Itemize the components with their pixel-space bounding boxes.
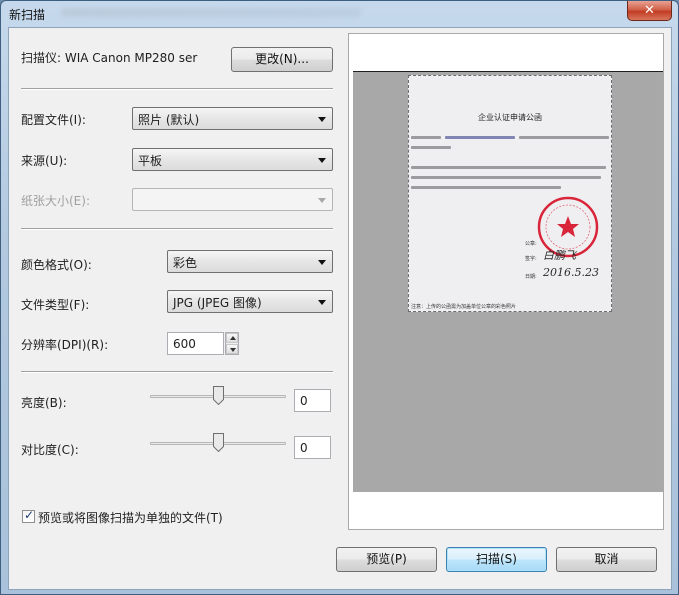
slider-thumb[interactable] bbox=[213, 386, 224, 405]
color-format-label: 颜色格式(O): bbox=[21, 258, 92, 272]
chevron-down-icon bbox=[318, 260, 326, 265]
file-type-value: JPG (JPEG 图像) bbox=[173, 296, 262, 310]
paper-size-label: 纸张大小(E): bbox=[21, 194, 90, 208]
separate-files-label: 预览或将图像扫描为单独的文件(T) bbox=[38, 511, 223, 525]
source-select[interactable]: 平板 bbox=[132, 148, 333, 171]
source-label: 来源(U): bbox=[21, 154, 68, 168]
chevron-down-icon bbox=[318, 198, 326, 203]
scan-dialog: 新扫描 ✕ 扫描仪: WIA Canon MP280 ser 更改(N)... … bbox=[0, 0, 679, 595]
text-line bbox=[411, 146, 451, 149]
text-line bbox=[519, 136, 609, 139]
scan-bed: 企业认证申请公函 公章: 签字: 白鹏飞 日期: 2016.5.23 注意：上传… bbox=[353, 71, 663, 492]
close-button[interactable]: ✕ bbox=[627, 1, 672, 21]
brightness-input[interactable]: 0 bbox=[294, 389, 331, 412]
paper-size-select bbox=[132, 188, 333, 211]
handwritten-date: 2016.5.23 bbox=[543, 266, 599, 279]
source-value: 平板 bbox=[138, 154, 163, 168]
separator bbox=[21, 371, 333, 373]
brightness-slider[interactable] bbox=[150, 385, 286, 409]
resolution-input[interactable]: 600 bbox=[167, 332, 224, 355]
color-format-select[interactable]: 彩色 bbox=[167, 250, 333, 273]
separator bbox=[21, 228, 333, 230]
scanner-label: 扫描仪: WIA Canon MP280 ser bbox=[21, 51, 198, 65]
resolution-label: 分辨率(DPI)(R): bbox=[21, 338, 109, 352]
dialog-body: 扫描仪: WIA Canon MP280 ser 更改(N)... 配置文件(I… bbox=[8, 27, 672, 590]
profile-label: 配置文件(I): bbox=[21, 113, 86, 127]
spin-down-icon[interactable] bbox=[226, 344, 238, 354]
file-type-label: 文件类型(F): bbox=[21, 298, 90, 312]
date-label: 日期: bbox=[525, 274, 537, 280]
text-line bbox=[411, 176, 601, 179]
slider-thumb[interactable] bbox=[213, 433, 224, 452]
profile-select[interactable]: 照片 (默认) bbox=[132, 107, 333, 130]
preview-area[interactable]: 企业认证申请公函 公章: 签字: 白鹏飞 日期: 2016.5.23 注意：上传… bbox=[348, 33, 664, 530]
contrast-value: 0 bbox=[300, 441, 308, 455]
brightness-label: 亮度(B): bbox=[21, 396, 67, 410]
window-title: 新扫描 bbox=[9, 8, 46, 22]
cancel-button[interactable]: 取消 bbox=[556, 547, 657, 572]
scan-button[interactable]: 扫描(S) bbox=[446, 547, 547, 572]
footnote: 注意：上传的公函需为加盖单位公章的彩色照片 bbox=[411, 304, 517, 310]
text-line bbox=[411, 136, 441, 139]
resolution-value: 600 bbox=[173, 337, 196, 351]
text-line bbox=[411, 186, 561, 189]
scanned-document: 企业认证申请公函 公章: 签字: 白鹏飞 日期: 2016.5.23 注意：上传… bbox=[408, 75, 612, 312]
signature: 白鹏飞 bbox=[543, 249, 576, 262]
title-bar[interactable]: 新扫描 ✕ bbox=[1, 1, 678, 27]
contrast-label: 对比度(C): bbox=[21, 443, 79, 457]
sign-label: 签字: bbox=[525, 256, 537, 262]
chevron-down-icon bbox=[318, 300, 326, 305]
text-line bbox=[445, 136, 515, 139]
preview-button[interactable]: 预览(P) bbox=[336, 547, 437, 572]
text-line bbox=[411, 166, 606, 169]
background-title-blur bbox=[61, 8, 361, 17]
contrast-input[interactable]: 0 bbox=[294, 436, 331, 459]
chevron-down-icon bbox=[318, 158, 326, 163]
file-type-select[interactable]: JPG (JPEG 图像) bbox=[167, 290, 333, 313]
seal-label: 公章: bbox=[525, 241, 537, 247]
chevron-down-icon bbox=[318, 117, 326, 122]
separator bbox=[21, 88, 333, 90]
check-icon: ✓ bbox=[24, 508, 35, 522]
resolution-spinner[interactable] bbox=[225, 332, 239, 355]
brightness-value: 0 bbox=[300, 394, 308, 408]
color-format-value: 彩色 bbox=[173, 256, 198, 270]
spin-up-icon[interactable] bbox=[226, 333, 238, 343]
contrast-slider[interactable] bbox=[150, 432, 286, 456]
document-title: 企业认证申请公函 bbox=[478, 113, 542, 122]
change-scanner-button[interactable]: 更改(N)... bbox=[231, 47, 333, 72]
profile-value: 照片 (默认) bbox=[138, 113, 200, 127]
separate-files-checkbox[interactable]: ✓ bbox=[22, 508, 35, 523]
